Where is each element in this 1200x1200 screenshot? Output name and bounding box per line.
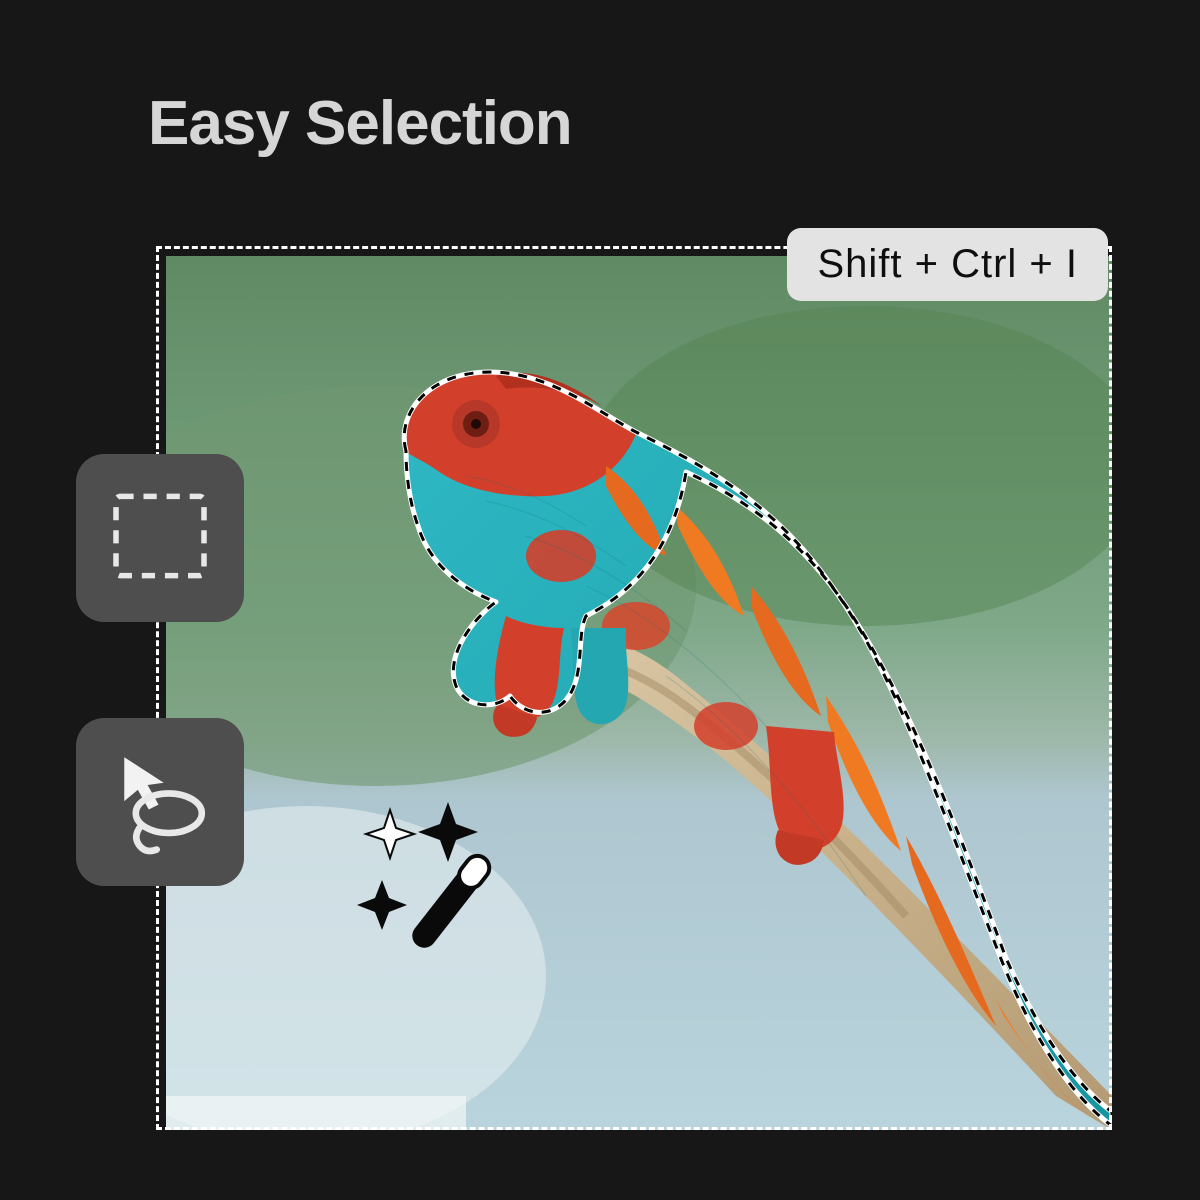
subject-photo bbox=[166, 256, 1112, 1130]
lasso-selection-icon bbox=[105, 745, 215, 860]
canvas-area[interactable] bbox=[156, 246, 1112, 1130]
marquee-tool-button[interactable] bbox=[76, 454, 244, 622]
magic-wand-icon bbox=[340, 780, 540, 980]
page-title: Easy Selection bbox=[148, 88, 572, 159]
lasso-tool-button[interactable] bbox=[76, 718, 244, 886]
marquee-selection-icon bbox=[105, 481, 215, 596]
keyboard-shortcut-badge: Shift + Ctrl + I bbox=[787, 228, 1108, 301]
